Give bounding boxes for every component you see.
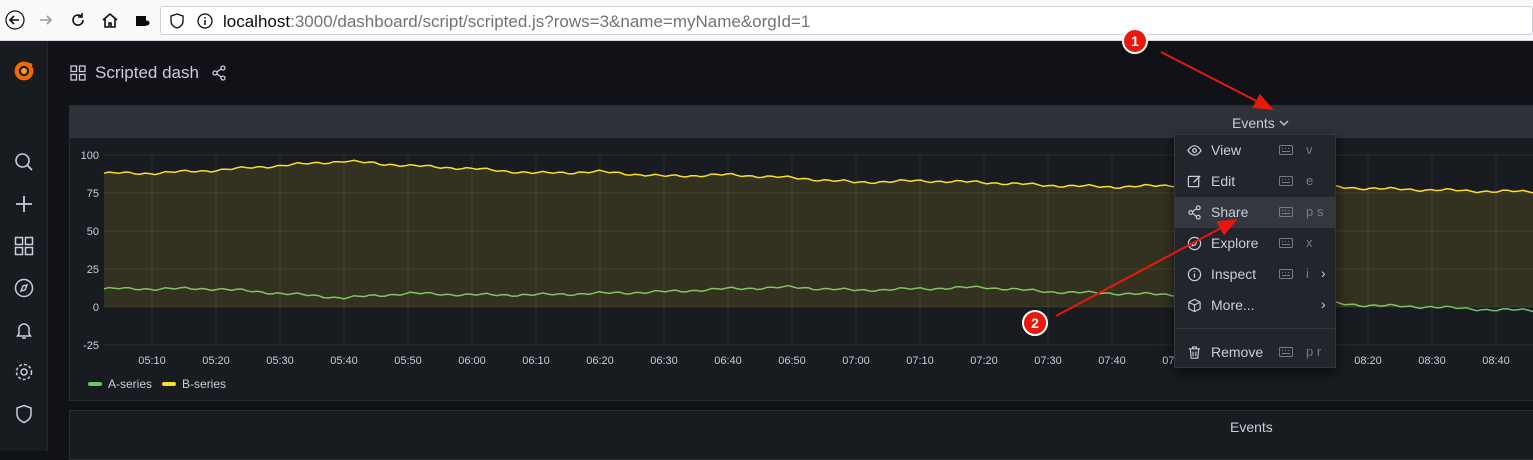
x-tick-label: 08:40 — [1482, 355, 1510, 367]
menu-label-more: More... — [1211, 297, 1255, 313]
legend-swatch-a — [88, 382, 102, 386]
x-tick-label: 07:20 — [970, 355, 998, 367]
y-tick-label: 50 — [87, 226, 99, 238]
menu-label-edit: Edit — [1211, 173, 1236, 189]
annotation-badge-2: 2 — [1022, 310, 1048, 336]
keyboard-icon — [1279, 207, 1293, 217]
menu-label-view: View — [1211, 142, 1242, 158]
share-icon — [1188, 205, 1201, 220]
edit-icon — [1187, 175, 1201, 188]
legend-label-b: B-series — [182, 377, 227, 391]
menu-item-edit[interactable]: Edit e — [1175, 166, 1335, 197]
keyboard-icon — [1279, 176, 1293, 186]
menu-label-share: Share — [1211, 204, 1249, 220]
menu-label-remove: Remove — [1211, 344, 1264, 360]
x-tick-label: 06:10 — [522, 355, 550, 367]
legend-item-b-series[interactable]: B-series — [162, 377, 226, 391]
y-tick-label: 25 — [87, 264, 99, 276]
x-tick-label: 06:30 — [650, 355, 678, 367]
chevron-right-icon: › — [1321, 265, 1326, 281]
legend-item-a-series[interactable]: A-series — [88, 377, 152, 391]
annotation-badge-1: 1 — [1122, 28, 1148, 54]
menu-label-inspect: Inspect — [1211, 266, 1257, 282]
menu-item-remove[interactable]: Remove p r — [1175, 337, 1335, 368]
menu-divider — [1175, 328, 1335, 329]
panel-menu: View v Edit e Share p s Explore x Inspec… — [1174, 134, 1336, 368]
x-tick-label: 07:00 — [842, 355, 870, 367]
x-tick-label: 07:30 — [1034, 355, 1062, 367]
x-tick-label: 06:40 — [714, 355, 742, 367]
menu-item-inspect[interactable]: Inspect i › — [1175, 259, 1335, 290]
shortcut-explore: x — [1306, 235, 1313, 250]
compass-icon — [1187, 236, 1202, 251]
y-tick-label: 100 — [81, 150, 99, 162]
panel-2-title[interactable]: Events — [1230, 419, 1273, 435]
shortcut-inspect: i — [1306, 266, 1309, 281]
x-tick-label: 07:40 — [1098, 355, 1126, 367]
x-tick-label: 08:30 — [1418, 355, 1446, 367]
keyboard-icon — [1279, 269, 1293, 279]
graph-panel-2: Events — [69, 410, 1533, 460]
menu-item-share[interactable]: Share p s — [1175, 197, 1335, 228]
x-tick-label: 05:50 — [394, 355, 422, 367]
menu-label-explore: Explore — [1211, 235, 1259, 251]
shortcut-view: v — [1306, 142, 1313, 157]
x-tick-label: 05:30 — [266, 355, 294, 367]
y-tick-label: 75 — [87, 188, 99, 200]
chevron-right-icon: › — [1321, 296, 1326, 312]
legend-label-a: A-series — [108, 377, 153, 391]
x-tick-label: 05:10 — [138, 355, 166, 367]
shortcut-remove: p r — [1306, 344, 1322, 359]
keyboard-icon — [1279, 145, 1293, 155]
x-tick-label: 06:00 — [458, 355, 486, 367]
x-tick-label: 08:20 — [1354, 355, 1382, 367]
x-tick-label: 06:20 — [586, 355, 614, 367]
x-tick-label: 05:20 — [202, 355, 230, 367]
keyboard-icon — [1279, 347, 1293, 357]
menu-item-explore[interactable]: Explore x — [1175, 228, 1335, 259]
keyboard-icon — [1279, 238, 1293, 248]
shortcut-edit: e — [1306, 173, 1314, 188]
y-tick-label: -25 — [83, 340, 99, 352]
trash-icon — [1188, 346, 1201, 359]
x-tick-label: 05:40 — [330, 355, 358, 367]
menu-item-view[interactable]: View v — [1175, 135, 1335, 166]
eye-icon — [1187, 145, 1202, 156]
info-icon — [1187, 267, 1202, 282]
y-tick-label: 0 — [93, 302, 99, 314]
cube-icon — [1188, 298, 1201, 313]
x-tick-label: 07:10 — [906, 355, 934, 367]
legend-swatch-b — [162, 382, 177, 386]
chart-legend: A-series B-series — [88, 377, 226, 391]
shortcut-share: p s — [1306, 204, 1324, 219]
x-tick-label: 06:50 — [778, 355, 806, 367]
menu-item-more[interactable]: More... › — [1175, 290, 1335, 321]
